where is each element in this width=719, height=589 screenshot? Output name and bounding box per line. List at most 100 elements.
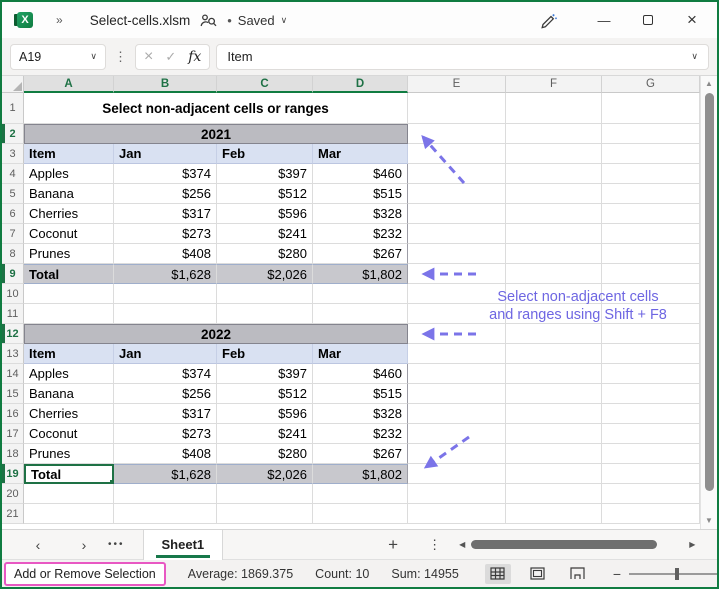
row-header-17[interactable]: 17 — [2, 424, 24, 444]
cell-B18[interactable]: $408 — [114, 444, 217, 464]
sheet-options-dots-icon[interactable]: ⋮ — [428, 537, 441, 553]
save-status[interactable]: • Saved ∨ — [227, 13, 287, 28]
cell-A20[interactable] — [24, 484, 114, 504]
cell-B10[interactable] — [114, 284, 217, 304]
cell-C5[interactable]: $512 — [217, 184, 313, 204]
name-box[interactable]: A19 ∨ — [10, 43, 106, 70]
cell-C13[interactable]: Feb — [217, 344, 313, 364]
cell-F15[interactable] — [506, 384, 602, 404]
page-layout-view-icon[interactable] — [525, 564, 551, 584]
selection-mode-indicator[interactable]: Add or Remove Selection — [4, 561, 166, 586]
cell-D19[interactable]: $1,802 — [313, 464, 408, 484]
cell-B11[interactable] — [114, 304, 217, 324]
row-header-21[interactable]: 21 — [2, 504, 24, 524]
cell-F19[interactable] — [506, 464, 602, 484]
cell-D20[interactable] — [313, 484, 408, 504]
minimize-button[interactable]: — — [589, 7, 619, 33]
cell-E3[interactable] — [408, 144, 506, 164]
horizontal-scrollbar[interactable]: ◀ ▶ — [459, 539, 695, 550]
cell-D17[interactable]: $232 — [313, 424, 408, 444]
cell-G15[interactable] — [602, 384, 700, 404]
cell-D14[interactable]: $460 — [313, 364, 408, 384]
vertical-scroll-thumb[interactable] — [704, 93, 714, 491]
cell-E17[interactable] — [408, 424, 506, 444]
cell-D9[interactable]: $1,802 — [313, 264, 408, 284]
zoom-slider-thumb[interactable] — [675, 567, 679, 580]
cell-D11[interactable] — [313, 304, 408, 324]
cell-F3[interactable] — [506, 144, 602, 164]
cell-G20[interactable] — [602, 484, 700, 504]
cell-A14[interactable]: Apples — [24, 364, 114, 384]
cell-G16[interactable] — [602, 404, 700, 424]
cell-G19[interactable] — [602, 464, 700, 484]
row-header-16[interactable]: 16 — [2, 404, 24, 424]
cell-F1[interactable] — [506, 93, 602, 124]
cell-A3[interactable]: Item — [24, 144, 114, 164]
cell-C16[interactable]: $596 — [217, 404, 313, 424]
row-header-14[interactable]: 14 — [2, 364, 24, 384]
cell-F21[interactable] — [506, 504, 602, 524]
cell-A4[interactable]: Apples — [24, 164, 114, 184]
cell-A5[interactable]: Banana — [24, 184, 114, 204]
cell-A6[interactable]: Cherries — [24, 204, 114, 224]
cell-A1-merged-title[interactable]: Select non-adjacent cells or ranges — [24, 93, 408, 124]
cell-E7[interactable] — [408, 224, 506, 244]
col-header-F[interactable]: F — [506, 76, 602, 93]
cell-G13[interactable] — [602, 344, 700, 364]
cell-F13[interactable] — [506, 344, 602, 364]
row-header-5[interactable]: 5 — [2, 184, 24, 204]
cell-E4[interactable] — [408, 164, 506, 184]
select-all-corner[interactable] — [2, 76, 24, 93]
col-header-C[interactable]: C — [217, 76, 313, 93]
cell-B17[interactable]: $273 — [114, 424, 217, 444]
status-sum[interactable]: Sum: 14955 — [391, 567, 458, 581]
fill-handle[interactable] — [109, 479, 112, 482]
cell-E20[interactable] — [408, 484, 506, 504]
cell-G2[interactable] — [602, 124, 700, 144]
zoom-out-button[interactable]: − — [613, 566, 621, 582]
row-header-12[interactable]: 12 — [2, 324, 24, 344]
normal-view-icon[interactable] — [484, 563, 511, 584]
cell-G18[interactable] — [602, 444, 700, 464]
formula-input[interactable]: Item ∨ — [216, 43, 709, 70]
cell-F17[interactable] — [506, 424, 602, 444]
cell-D13[interactable]: Mar — [313, 344, 408, 364]
add-sheet-button[interactable]: + — [388, 535, 398, 555]
cell-E12[interactable] — [408, 324, 506, 344]
scroll-right-icon[interactable]: ▶ — [689, 540, 695, 549]
quick-access-overflow-icon[interactable]: » — [56, 13, 63, 27]
cell-G1[interactable] — [602, 93, 700, 124]
cell-D15[interactable]: $515 — [313, 384, 408, 404]
cell-D6[interactable]: $328 — [313, 204, 408, 224]
formula-bar-dots-icon[interactable]: ⋮ — [112, 49, 129, 65]
cell-B8[interactable]: $408 — [114, 244, 217, 264]
cell-C19[interactable]: $2,026 — [217, 464, 313, 484]
cell-F4[interactable] — [506, 164, 602, 184]
cell-G7[interactable] — [602, 224, 700, 244]
cell-A8[interactable]: Prunes — [24, 244, 114, 264]
cell-A7[interactable]: Coconut — [24, 224, 114, 244]
cell-G9[interactable] — [602, 264, 700, 284]
scroll-down-icon[interactable]: ▼ — [705, 516, 713, 526]
row-header-15[interactable]: 15 — [2, 384, 24, 404]
row-header-2[interactable]: 2 — [2, 124, 24, 144]
cell-B7[interactable]: $273 — [114, 224, 217, 244]
cell-C15[interactable]: $512 — [217, 384, 313, 404]
cell-G21[interactable] — [602, 504, 700, 524]
cell-F7[interactable] — [506, 224, 602, 244]
person-search-icon[interactable] — [200, 13, 217, 28]
cell-B5[interactable]: $256 — [114, 184, 217, 204]
cell-F10[interactable] — [506, 284, 602, 304]
next-sheet-button[interactable]: › — [74, 537, 94, 553]
cell-A16[interactable]: Cherries — [24, 404, 114, 424]
cell-C4[interactable]: $397 — [217, 164, 313, 184]
cell-F16[interactable] — [506, 404, 602, 424]
cell-F8[interactable] — [506, 244, 602, 264]
cell-D4[interactable]: $460 — [313, 164, 408, 184]
cell-E11[interactable] — [408, 304, 506, 324]
cell-G10[interactable] — [602, 284, 700, 304]
cell-G6[interactable] — [602, 204, 700, 224]
cell-C11[interactable] — [217, 304, 313, 324]
cell-B14[interactable]: $374 — [114, 364, 217, 384]
cell-C10[interactable] — [217, 284, 313, 304]
